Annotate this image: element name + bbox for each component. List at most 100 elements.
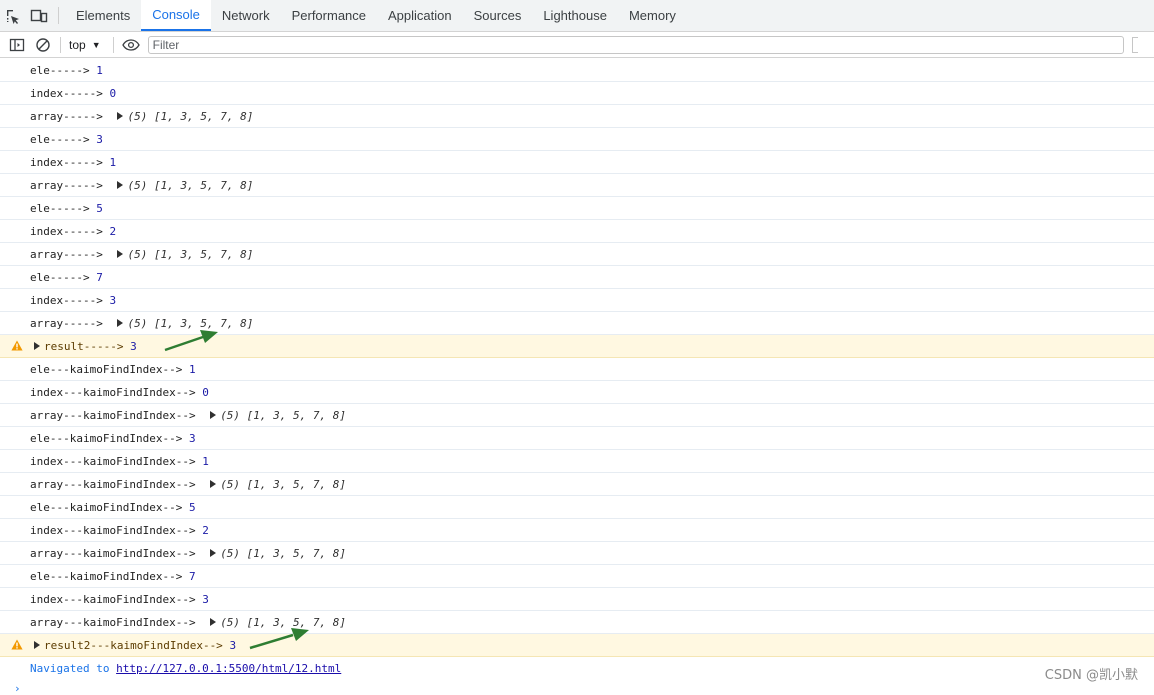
log-label: array-----> bbox=[30, 316, 110, 330]
console-log-row: array-----> (5) [1, 3, 5, 7, 8] bbox=[0, 243, 1154, 266]
array-preview[interactable]: (5) [1, 3, 5, 7, 8] bbox=[220, 478, 346, 491]
log-value: 7 bbox=[96, 270, 103, 284]
clear-console-icon[interactable] bbox=[30, 32, 56, 58]
log-value: 2 bbox=[109, 224, 117, 238]
console-log-row: index---kaimoFindIndex--> 0 bbox=[0, 381, 1154, 404]
console-navigation-row: Navigated to http://127.0.0.1:5500/html/… bbox=[0, 657, 1154, 680]
tab-network[interactable]: Network bbox=[211, 0, 281, 31]
console-log-row: array---kaimoFindIndex--> (5) [1, 3, 5, … bbox=[0, 473, 1154, 496]
console-log-row: index---kaimoFindIndex--> 2 bbox=[0, 519, 1154, 542]
console-prompt[interactable]: › bbox=[14, 682, 21, 695]
tab-sources[interactable]: Sources bbox=[463, 0, 533, 31]
navigated-url-link[interactable]: http://127.0.0.1:5500/html/12.html bbox=[116, 662, 341, 675]
log-label: array---kaimoFindIndex--> bbox=[30, 477, 203, 491]
console-log-row: ele---kaimoFindIndex--> 3 bbox=[0, 427, 1154, 450]
toolbar-divider bbox=[112, 36, 114, 53]
toolbar-divider bbox=[60, 36, 61, 53]
log-label: result-----> bbox=[44, 339, 131, 353]
console-log-row: ele---kaimoFindIndex--> 7 bbox=[0, 565, 1154, 588]
expand-triangle-icon[interactable] bbox=[210, 549, 217, 557]
log-value: 1 bbox=[202, 454, 209, 468]
expand-triangle-icon[interactable] bbox=[117, 181, 124, 189]
console-log-row: array---kaimoFindIndex--> (5) [1, 3, 5, … bbox=[0, 542, 1154, 565]
eye-icon[interactable] bbox=[118, 32, 144, 58]
log-value: 0 bbox=[202, 385, 209, 399]
log-value: 3 bbox=[130, 339, 137, 353]
console-log-row: index-----> 0 bbox=[0, 82, 1154, 105]
console-log-row: index---kaimoFindIndex--> 1 bbox=[0, 450, 1154, 473]
log-value: 3 bbox=[188, 431, 196, 445]
expand-triangle-icon[interactable] bbox=[34, 342, 40, 350]
expand-triangle-icon[interactable] bbox=[117, 319, 124, 327]
warning-icon bbox=[11, 340, 23, 351]
array-preview[interactable]: (5) [1, 3, 5, 7, 8] bbox=[127, 110, 253, 123]
log-value: 3 bbox=[229, 638, 237, 652]
chevron-down-icon: ▼ bbox=[91, 39, 101, 50]
console-log-row: array-----> (5) [1, 3, 5, 7, 8] bbox=[0, 312, 1154, 335]
array-preview[interactable]: (5) [1, 3, 5, 7, 8] bbox=[220, 409, 346, 422]
expand-triangle-icon[interactable] bbox=[210, 480, 217, 488]
log-label: index---kaimoFindIndex--> bbox=[30, 385, 203, 399]
tab-lighthouse[interactable]: Lighthouse bbox=[532, 0, 618, 31]
tab-application[interactable]: Application bbox=[377, 0, 463, 31]
tab-performance[interactable]: Performance bbox=[281, 0, 377, 31]
log-label: index---kaimoFindIndex--> bbox=[30, 523, 203, 537]
inspect-element-icon[interactable] bbox=[0, 0, 26, 31]
log-label: ele---kaimoFindIndex--> bbox=[30, 500, 189, 514]
expand-triangle-icon[interactable] bbox=[117, 250, 124, 258]
array-preview[interactable]: (5) [1, 3, 5, 7, 8] bbox=[127, 179, 253, 192]
console-toolbar: top ▼ bbox=[0, 32, 1154, 58]
filter-input[interactable] bbox=[147, 35, 1124, 54]
log-value: 1 bbox=[96, 63, 103, 77]
log-label: ele-----> bbox=[30, 270, 97, 284]
log-value: 5 bbox=[96, 201, 103, 215]
navigated-label: Navigated to bbox=[30, 662, 117, 675]
log-value: 7 bbox=[188, 569, 196, 583]
log-label: array---kaimoFindIndex--> bbox=[30, 408, 203, 422]
console-messages: ele-----> 1 index-----> 0 array-----> (5) … bbox=[0, 59, 1154, 680]
log-label: index---kaimoFindIndex--> bbox=[30, 454, 203, 468]
console-log-row: index-----> 3 bbox=[0, 289, 1154, 312]
console-log-row: ele---kaimoFindIndex--> 1 bbox=[0, 358, 1154, 381]
context-selector[interactable]: top ▼ bbox=[65, 38, 109, 52]
log-value: 3 bbox=[96, 132, 103, 146]
log-label: array-----> bbox=[30, 109, 110, 123]
log-label: ele-----> bbox=[30, 201, 97, 215]
log-value: 3 bbox=[109, 293, 117, 307]
log-label: ele---kaimoFindIndex--> bbox=[30, 431, 189, 445]
log-value: 2 bbox=[202, 523, 209, 537]
log-label: index-----> bbox=[30, 293, 110, 307]
console-log-row: ele-----> 1 bbox=[0, 59, 1154, 82]
console-log-row: array---kaimoFindIndex--> (5) [1, 3, 5, … bbox=[0, 611, 1154, 634]
expand-triangle-icon[interactable] bbox=[117, 112, 124, 120]
console-log-row: ele-----> 5 bbox=[0, 197, 1154, 220]
log-label: index-----> bbox=[30, 155, 110, 169]
overflow-edge bbox=[1131, 36, 1138, 53]
tab-elements[interactable]: Elements bbox=[65, 0, 141, 31]
watermark: CSDN @凯小默 bbox=[1044, 668, 1138, 683]
log-value: 1 bbox=[188, 362, 196, 376]
log-value: 0 bbox=[109, 86, 117, 100]
devtools-tab-bar: Elements Console Network Performance App… bbox=[0, 0, 1154, 32]
console-log-row: array-----> (5) [1, 3, 5, 7, 8] bbox=[0, 105, 1154, 128]
log-label: ele-----> bbox=[30, 63, 97, 77]
expand-triangle-icon[interactable] bbox=[34, 641, 40, 649]
device-toolbar-icon[interactable] bbox=[26, 0, 52, 31]
log-label: index-----> bbox=[30, 224, 110, 238]
array-preview[interactable]: (5) [1, 3, 5, 7, 8] bbox=[127, 317, 253, 330]
tab-memory[interactable]: Memory bbox=[618, 0, 687, 31]
sidebar-toggle-icon[interactable] bbox=[4, 32, 30, 58]
console-log-row: index-----> 2 bbox=[0, 220, 1154, 243]
log-label: array-----> bbox=[30, 247, 110, 261]
console-log-row: ele---kaimoFindIndex--> 5 bbox=[0, 496, 1154, 519]
log-label: index-----> bbox=[30, 86, 110, 100]
console-warning-row: result2---kaimoFindIndex--> 3 bbox=[0, 634, 1154, 657]
array-preview[interactable]: (5) [1, 3, 5, 7, 8] bbox=[220, 616, 346, 629]
expand-triangle-icon[interactable] bbox=[210, 411, 217, 419]
array-preview[interactable]: (5) [1, 3, 5, 7, 8] bbox=[127, 248, 253, 261]
array-preview[interactable]: (5) [1, 3, 5, 7, 8] bbox=[220, 547, 346, 560]
tab-console[interactable]: Console bbox=[141, 0, 211, 31]
expand-triangle-icon[interactable] bbox=[210, 618, 217, 626]
log-label: ele---kaimoFindIndex--> bbox=[30, 362, 189, 376]
log-value: 5 bbox=[188, 500, 196, 514]
